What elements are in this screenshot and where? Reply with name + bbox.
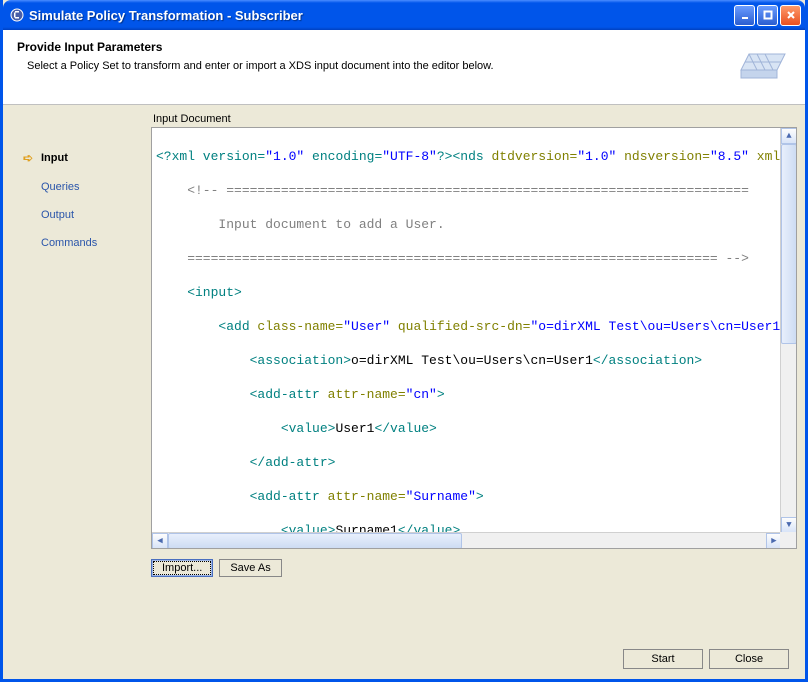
close-button[interactable]: Close	[709, 649, 789, 669]
editor-label: Input Document	[153, 113, 797, 125]
sidebar-item-queries[interactable]: Queries	[21, 173, 141, 201]
page-description: Select a Policy Set to transform and ent…	[27, 60, 727, 72]
window-title: Simulate Policy Transformation - Subscri…	[29, 8, 734, 23]
horizontal-scrollbar[interactable]: ◀ ▶	[152, 532, 782, 548]
wizard-header: Provide Input Parameters Select a Policy…	[3, 30, 805, 105]
scroll-down-icon[interactable]: ▼	[781, 517, 797, 533]
import-button[interactable]: Import...	[151, 559, 213, 577]
sidebar-item-output[interactable]: Output	[21, 201, 141, 229]
scroll-corner	[780, 532, 796, 548]
sidebar-item-label: Input	[41, 152, 68, 164]
app-icon	[9, 7, 25, 23]
sidebar-item-label: Queries	[41, 181, 80, 193]
sidebar-item-label: Output	[41, 209, 74, 221]
vertical-scroll-thumb[interactable]	[781, 144, 797, 344]
window-titlebar: Simulate Policy Transformation - Subscri…	[3, 0, 805, 30]
xml-content[interactable]: <?xml version="1.0" encoding="UTF-8"?><n…	[156, 131, 788, 549]
vertical-scrollbar[interactable]: ▲ ▼	[780, 128, 796, 533]
minimize-button[interactable]	[734, 5, 755, 26]
sidebar-item-input[interactable]: ➪ Input	[21, 143, 141, 173]
page-title: Provide Input Parameters	[17, 40, 727, 54]
maximize-button[interactable]	[757, 5, 778, 26]
save-as-button[interactable]: Save As	[219, 559, 281, 577]
sidebar-item-commands[interactable]: Commands	[21, 229, 141, 257]
scroll-up-icon[interactable]: ▲	[781, 128, 797, 144]
horizontal-scroll-thumb[interactable]	[168, 533, 462, 549]
sidebar-item-label: Commands	[41, 237, 97, 249]
start-button[interactable]: Start	[623, 649, 703, 669]
banner-graphic-icon	[727, 40, 791, 90]
xml-editor[interactable]: <?xml version="1.0" encoding="UTF-8"?><n…	[151, 127, 797, 549]
close-window-button[interactable]	[780, 5, 801, 26]
current-step-arrow-icon: ➪	[23, 151, 37, 165]
scroll-left-icon[interactable]: ◀	[152, 533, 168, 549]
wizard-sidebar: ➪ Input Queries Output Commands	[11, 113, 145, 577]
